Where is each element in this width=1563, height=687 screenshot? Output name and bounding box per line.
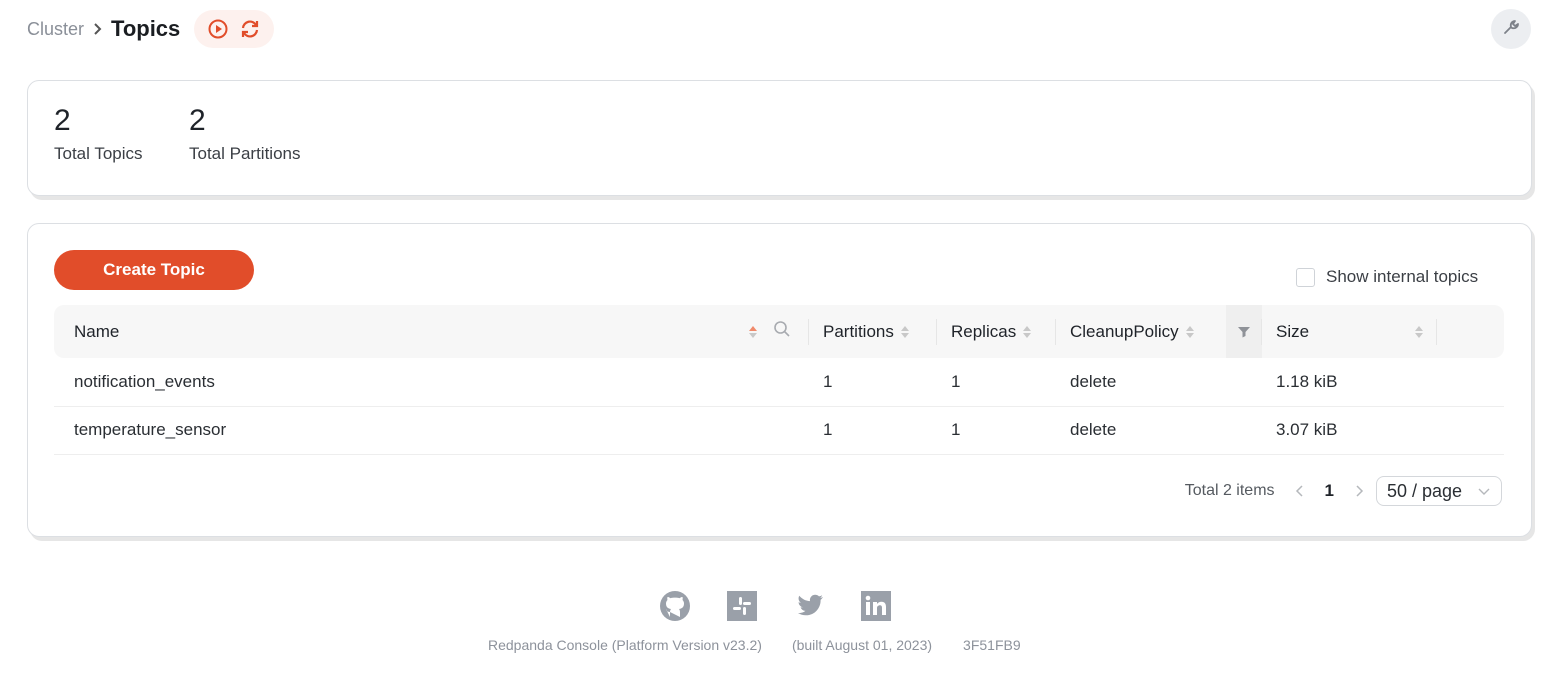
breadcrumb-cluster[interactable]: Cluster [27, 19, 84, 40]
sort-icon[interactable] [1023, 325, 1032, 338]
topic-actions [1437, 358, 1504, 407]
show-internal-checkbox[interactable] [1296, 267, 1315, 287]
show-internal-label: Show internal topics [1326, 267, 1479, 286]
topic-partitions: 1 [809, 358, 937, 407]
twitter-icon[interactable] [793, 590, 825, 622]
create-topic-button[interactable]: Create Topic [54, 250, 254, 290]
column-header-actions [1437, 305, 1504, 358]
column-header-cleanup-policy[interactable]: CleanupPolicy [1056, 305, 1262, 358]
footer-version: Redpanda Console (Platform Version v23.2… [488, 637, 762, 653]
page-header: Cluster Topics [27, 8, 275, 50]
play-icon[interactable] [207, 18, 229, 40]
topic-name[interactable]: temperature_sensor [54, 406, 809, 455]
sort-icon[interactable] [1185, 325, 1194, 338]
show-internal-topics-toggle[interactable]: Show internal topics [1296, 267, 1478, 287]
pagination-page[interactable]: 1 [1325, 481, 1334, 501]
stats-card: 2 Total Topics 2 Total Partitions [27, 80, 1532, 196]
topics-card: Create Topic Show internal topics Name P… [27, 223, 1532, 537]
search-icon[interactable] [773, 320, 791, 343]
footer-build-date: (built August 01, 2023) [791, 637, 933, 653]
topic-replicas: 1 [937, 406, 1056, 455]
topic-size: 1.18 kiB [1262, 358, 1437, 407]
table-row[interactable]: temperature_sensor 1 1 delete 3.07 kiB [54, 406, 1504, 455]
filter-icon[interactable] [1226, 305, 1262, 358]
topics-table: Name Partitions Replicas CleanupPolicy S… [54, 305, 1504, 455]
sort-icon[interactable] [900, 325, 909, 338]
page-title: Topics [111, 16, 181, 41]
chevron-right-icon[interactable] [1354, 484, 1364, 498]
column-header-partitions[interactable]: Partitions [809, 305, 937, 358]
stat-value: 2 [189, 104, 206, 137]
slack-icon[interactable] [726, 590, 758, 622]
pagination-total: Total 2 items [1184, 482, 1275, 499]
linkedin-icon[interactable] [860, 590, 892, 622]
stat-label: Total Partitions [189, 144, 301, 163]
topic-actions [1437, 406, 1504, 455]
topic-cleanup-policy: delete [1056, 358, 1262, 407]
settings-button[interactable] [1491, 9, 1531, 49]
wrench-icon [1501, 17, 1521, 42]
chevron-right-icon [93, 22, 103, 36]
chevron-down-icon [1477, 486, 1491, 496]
github-icon[interactable] [659, 590, 691, 622]
footer-commit: 3F51FB9 [963, 637, 1021, 653]
topic-partitions: 1 [809, 406, 937, 455]
footer-social-links [659, 590, 892, 622]
stat-total-partitions: 2 Total Partitions [189, 103, 301, 164]
topic-size: 3.07 kiB [1262, 406, 1437, 455]
pagination: Total 2 items 1 50 / page [1185, 476, 1502, 506]
refresh-icon[interactable] [239, 18, 261, 40]
page-actions [194, 10, 275, 48]
topic-replicas: 1 [937, 358, 1056, 407]
sort-icon[interactable] [749, 325, 757, 338]
stat-total-topics: 2 Total Topics [54, 103, 143, 164]
topic-name[interactable]: notification_events [54, 358, 809, 407]
chevron-left-icon[interactable] [1295, 484, 1305, 498]
column-header-name[interactable]: Name [54, 305, 809, 358]
sort-icon[interactable] [1415, 325, 1423, 338]
stat-value: 2 [54, 104, 71, 137]
stat-label: Total Topics [54, 144, 143, 163]
table-row[interactable]: notification_events 1 1 delete 1.18 kiB [54, 358, 1504, 407]
column-header-replicas[interactable]: Replicas [937, 305, 1056, 358]
column-header-size[interactable]: Size [1262, 305, 1437, 358]
footer-version-info: Redpanda Console (Platform Version v23.2… [488, 637, 1021, 653]
topic-cleanup-policy: delete [1056, 406, 1262, 455]
page-size-select[interactable]: 50 / page [1376, 476, 1502, 506]
